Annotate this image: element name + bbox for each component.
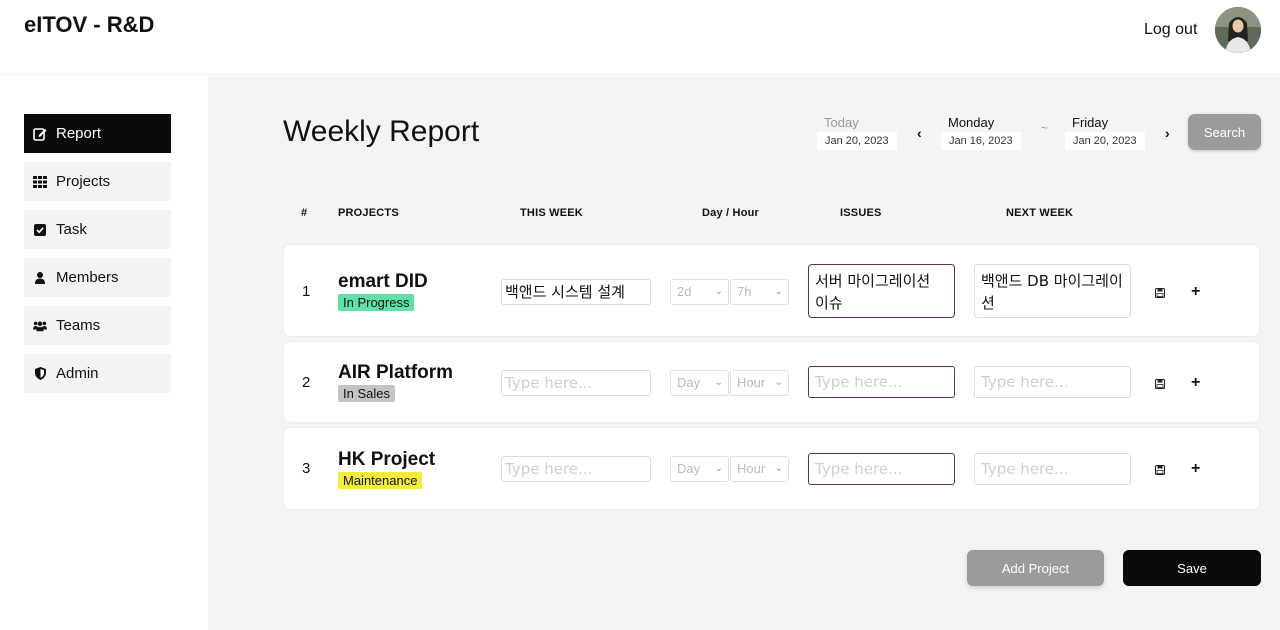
sidebar-item-label: Teams — [56, 317, 101, 334]
column-header-projects: PROJECTS — [338, 207, 399, 219]
start-date[interactable]: Jan 16, 2023 — [941, 132, 1021, 150]
search-button[interactable]: Search — [1188, 114, 1261, 150]
day-select[interactable]: Day ⌄ — [670, 370, 729, 396]
logout-link[interactable]: Log out — [1144, 21, 1197, 39]
next-week-input[interactable]: 백앤드 DB 마이그레이션 — [974, 264, 1131, 318]
project-name[interactable]: HK Project — [338, 449, 435, 471]
this-week-input[interactable]: 백앤드 시스템 설계 — [501, 279, 651, 305]
hour-select[interactable]: Hour ⌄ — [730, 456, 789, 482]
day-select-value: Day — [677, 375, 701, 390]
floppy-icon[interactable] — [1155, 288, 1165, 298]
sidebar-item-admin[interactable]: Admin — [24, 354, 171, 393]
end-date[interactable]: Jan 20, 2023 — [1065, 132, 1145, 150]
next-week-input[interactable]: Type here... — [974, 366, 1131, 398]
row-number: 1 — [302, 283, 311, 300]
issues-input[interactable]: Type here... — [808, 453, 955, 485]
date-range-separator: ~ — [1041, 121, 1049, 135]
sidebar-item-label: Report — [56, 125, 102, 142]
hour-select[interactable]: 7h ⌄ — [730, 279, 789, 305]
chevron-down-icon: ⌄ — [714, 377, 723, 388]
today-date[interactable]: Jan 20, 2023 — [817, 132, 897, 150]
chevron-down-icon: ⌄ — [774, 286, 783, 297]
sidebar-item-label: Admin — [56, 365, 99, 382]
hour-select-value: 7h — [737, 284, 752, 299]
sidebar — [0, 76, 208, 630]
chevron-right-icon[interactable]: › — [1165, 125, 1170, 141]
checkbox-icon — [33, 223, 47, 237]
day-select-value: Day — [677, 461, 701, 476]
sidebar-item-teams[interactable]: Teams — [24, 306, 171, 345]
status-badge: In Sales — [338, 385, 395, 402]
status-badge: In Progress — [338, 294, 415, 311]
sidebar-item-label: Projects — [56, 173, 111, 190]
column-header-this-week: THIS WEEK — [520, 207, 583, 219]
shield-icon — [33, 367, 47, 381]
sidebar-item-projects[interactable]: Projects — [24, 162, 171, 201]
avatar-image — [1215, 7, 1261, 53]
today-label: Today — [824, 115, 859, 130]
user-icon — [33, 271, 47, 285]
page-title: Weekly Report — [283, 115, 480, 148]
status-badge: Maintenance — [338, 472, 423, 489]
brand-title: eITOV - R&D — [24, 12, 155, 37]
sidebar-item-report[interactable]: Report — [24, 114, 171, 153]
add-project-button[interactable]: Add Project — [967, 550, 1104, 586]
row-number: 2 — [302, 374, 311, 391]
chevron-left-icon[interactable]: ‹ — [917, 125, 922, 141]
sidebar-item-label: Task — [56, 221, 87, 238]
chevron-down-icon: ⌄ — [774, 463, 783, 474]
save-button[interactable]: Save — [1123, 550, 1261, 586]
row-number: 3 — [302, 460, 311, 477]
top-bar: eITOV - R&D Log out — [0, 0, 1280, 75]
chevron-down-icon: ⌄ — [774, 377, 783, 388]
avatar[interactable] — [1215, 7, 1261, 53]
sidebar-item-label: Members — [56, 269, 119, 286]
add-row-button[interactable]: + — [1191, 460, 1200, 478]
end-day-label: Friday — [1072, 115, 1109, 130]
issues-input[interactable]: Type here... — [808, 366, 955, 398]
project-name[interactable]: AIR Platform — [338, 362, 453, 384]
edit-icon — [33, 127, 47, 141]
start-day-label: Monday — [948, 115, 995, 130]
add-row-button[interactable]: + — [1191, 374, 1200, 392]
users-icon — [33, 319, 47, 333]
column-header-next-week: NEXT WEEK — [1006, 207, 1074, 219]
grid-icon — [33, 175, 47, 189]
floppy-icon[interactable] — [1155, 379, 1165, 389]
this-week-input[interactable]: Type here... — [501, 370, 651, 396]
project-name[interactable]: emart DID — [338, 271, 428, 293]
hour-select[interactable]: Hour ⌄ — [730, 370, 789, 396]
column-header-day-hour: Day / Hour — [702, 207, 760, 219]
chevron-down-icon: ⌄ — [714, 463, 723, 474]
floppy-icon[interactable] — [1155, 465, 1165, 475]
day-select[interactable]: Day ⌄ — [670, 456, 729, 482]
this-week-input[interactable]: Type here... — [501, 456, 651, 482]
issues-input[interactable]: 서버 마이그레이션 이슈 — [808, 264, 955, 318]
add-row-button[interactable]: + — [1191, 283, 1200, 301]
hour-select-value: Hour — [737, 375, 766, 390]
sidebar-item-members[interactable]: Members — [24, 258, 171, 297]
chevron-down-icon: ⌄ — [714, 286, 723, 297]
column-header-number: # — [301, 207, 308, 219]
hour-select-value: Hour — [737, 461, 766, 476]
column-header-issues: ISSUES — [840, 207, 882, 219]
next-week-input[interactable]: Type here... — [974, 453, 1131, 485]
sidebar-item-task[interactable]: Task — [24, 210, 171, 249]
day-select[interactable]: 2d ⌄ — [670, 279, 729, 305]
day-select-value: 2d — [677, 284, 692, 299]
